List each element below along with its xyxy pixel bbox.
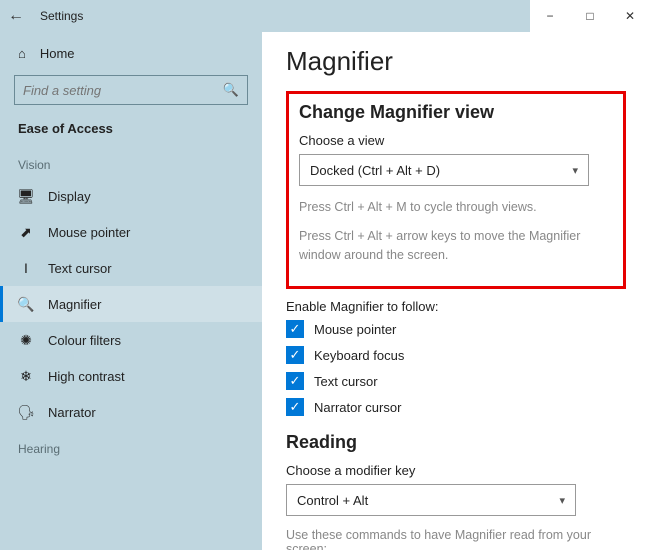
sidebar-item-label: Mouse pointer bbox=[48, 225, 130, 240]
home-icon: ⌂ bbox=[18, 46, 26, 61]
close-button[interactable]: ✕ bbox=[610, 0, 650, 32]
high-contrast-icon: ❄ bbox=[18, 368, 34, 384]
narrator-icon: 🗣 bbox=[18, 404, 34, 420]
checkbox-icon: ✓ bbox=[286, 372, 304, 390]
main-content: Magnifier Change Magnifier view Choose a… bbox=[262, 32, 650, 550]
checkbox-label: Narrator cursor bbox=[314, 400, 401, 415]
view-select[interactable]: Docked (Ctrl + Alt + D) ▾ bbox=[299, 154, 589, 186]
page-title: Magnifier bbox=[286, 46, 626, 77]
mouse-pointer-icon: ⬈ bbox=[18, 224, 34, 240]
search-input[interactable] bbox=[23, 83, 223, 98]
colour-filters-icon: ✺ bbox=[18, 332, 34, 348]
text-cursor-icon: I bbox=[18, 260, 34, 276]
follow-keyboard-focus[interactable]: ✓ Keyboard focus bbox=[286, 346, 626, 364]
sidebar-item-label: Magnifier bbox=[48, 297, 101, 312]
chevron-down-icon: ▾ bbox=[559, 494, 565, 507]
sidebar-item-label: Display bbox=[48, 189, 91, 204]
home-nav[interactable]: ⌂ Home bbox=[0, 38, 262, 69]
chevron-down-icon: ▾ bbox=[572, 164, 578, 177]
home-label: Home bbox=[40, 46, 75, 61]
sidebar-item-display[interactable]: 🖥 Display bbox=[0, 178, 262, 214]
highlight-box: Change Magnifier view Choose a view Dock… bbox=[286, 91, 626, 289]
reading-footer: Use these commands to have Magnifier rea… bbox=[286, 528, 626, 550]
view-select-value: Docked (Ctrl + Alt + D) bbox=[310, 163, 440, 178]
section-heading-reading: Reading bbox=[286, 432, 626, 453]
display-icon: 🖥 bbox=[18, 188, 34, 204]
sidebar: ⌂ Home 🔍 Ease of Access Vision 🖥 Display… bbox=[0, 32, 262, 550]
group-hearing: Hearing bbox=[0, 430, 262, 462]
follow-narrator-cursor[interactable]: ✓ Narrator cursor bbox=[286, 398, 626, 416]
sidebar-item-label: Colour filters bbox=[48, 333, 121, 348]
minimize-button[interactable]: − bbox=[530, 0, 570, 32]
follow-text-cursor[interactable]: ✓ Text cursor bbox=[286, 372, 626, 390]
group-vision: Vision bbox=[0, 146, 262, 178]
section-heading-view: Change Magnifier view bbox=[299, 102, 613, 123]
magnifier-icon: 🔍 bbox=[18, 296, 34, 312]
search-input-wrap[interactable]: 🔍 bbox=[14, 75, 248, 105]
checkbox-label: Mouse pointer bbox=[314, 322, 396, 337]
modifier-select[interactable]: Control + Alt ▾ bbox=[286, 484, 576, 516]
sidebar-item-label: Text cursor bbox=[48, 261, 112, 276]
follow-heading: Enable Magnifier to follow: bbox=[286, 299, 626, 314]
checkbox-icon: ✓ bbox=[286, 346, 304, 364]
back-button[interactable]: ← bbox=[0, 7, 32, 25]
sidebar-item-colour-filters[interactable]: ✺ Colour filters bbox=[0, 322, 262, 358]
category-heading: Ease of Access bbox=[0, 115, 262, 146]
choose-view-label: Choose a view bbox=[299, 133, 613, 148]
hint-cycle: Press Ctrl + Alt + M to cycle through vi… bbox=[299, 198, 613, 217]
sidebar-item-text-cursor[interactable]: I Text cursor bbox=[0, 250, 262, 286]
window-title: Settings bbox=[40, 9, 83, 23]
sidebar-item-narrator[interactable]: 🗣 Narrator bbox=[0, 394, 262, 430]
sidebar-item-magnifier[interactable]: 🔍 Magnifier bbox=[0, 286, 262, 322]
search-icon: 🔍 bbox=[223, 82, 239, 98]
checkbox-icon: ✓ bbox=[286, 320, 304, 338]
follow-mouse-pointer[interactable]: ✓ Mouse pointer bbox=[286, 320, 626, 338]
hint-move: Press Ctrl + Alt + arrow keys to move th… bbox=[299, 227, 613, 265]
sidebar-item-label: Narrator bbox=[48, 405, 96, 420]
modifier-select-value: Control + Alt bbox=[297, 493, 368, 508]
sidebar-item-mouse-pointer[interactable]: ⬈ Mouse pointer bbox=[0, 214, 262, 250]
checkbox-label: Text cursor bbox=[314, 374, 378, 389]
checkbox-label: Keyboard focus bbox=[314, 348, 404, 363]
checkbox-icon: ✓ bbox=[286, 398, 304, 416]
sidebar-item-high-contrast[interactable]: ❄ High contrast bbox=[0, 358, 262, 394]
modifier-label: Choose a modifier key bbox=[286, 463, 626, 478]
sidebar-item-label: High contrast bbox=[48, 369, 125, 384]
maximize-button[interactable]: □ bbox=[570, 0, 610, 32]
